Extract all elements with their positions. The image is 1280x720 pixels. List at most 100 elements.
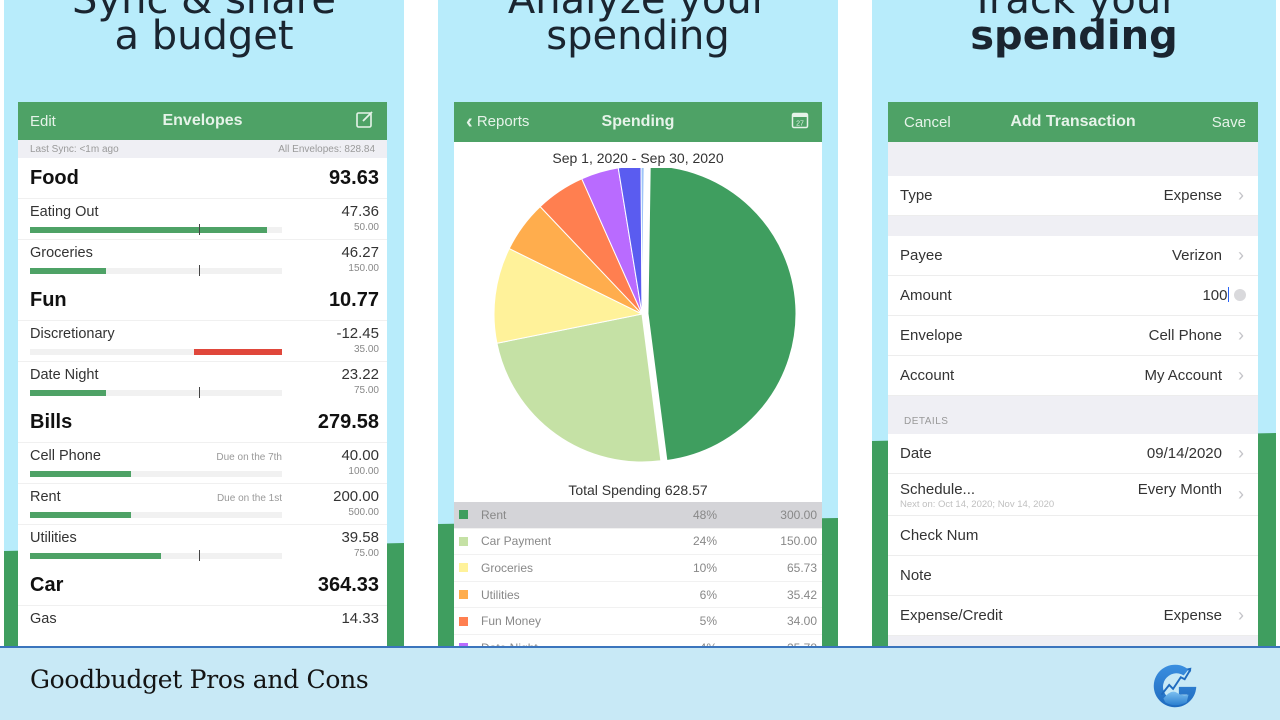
- legend-value: 150.00: [780, 534, 817, 549]
- progress-track: [30, 265, 282, 276]
- edit-button[interactable]: Edit: [30, 113, 56, 130]
- envelope-name: Date Night: [30, 367, 99, 383]
- legend-percent: 6%: [699, 587, 717, 602]
- envelope-group-header[interactable]: Car 364.33: [18, 565, 387, 605]
- envelope-group-header[interactable]: Fun 10.77: [18, 280, 387, 320]
- panel-spending-report: Analyze your spending ‹ Reports Spending…: [438, 0, 838, 648]
- legend-percent: 5%: [699, 614, 717, 629]
- date-range: Sep 1, 2020 - Sep 30, 2020: [552, 150, 724, 166]
- legend-row[interactable]: Rent 48% 300.00: [454, 502, 822, 529]
- envelope-amount: 47.36: [341, 203, 379, 220]
- navbar: Cancel Add Transaction Save: [888, 102, 1258, 142]
- legend-swatch: [459, 510, 468, 520]
- group-name: Fun: [30, 288, 67, 311]
- headline: spending: [970, 13, 1178, 59]
- legend-percent: 48%: [692, 507, 717, 522]
- save-button[interactable]: Save: [1212, 114, 1246, 131]
- envelope-row[interactable]: Discretionary -12.45 35.00: [18, 320, 387, 361]
- envelope-amount: 39.58: [341, 529, 379, 546]
- due-date: Due on the 1st: [216, 493, 282, 504]
- form-row-schedule[interactable]: Schedule... Every Month › Next on: Oct 14, …: [888, 474, 1258, 516]
- form-row-payee[interactable]: Payee Verizon ›: [888, 236, 1258, 276]
- legend-percent: 24%: [692, 534, 717, 549]
- panel-envelopes: Sync & share a budget Edit Envelopes Las…: [4, 0, 404, 648]
- add-transaction-screen: Cancel Add Transaction Save Type Expense ›…: [888, 102, 1258, 648]
- envelope-row[interactable]: Eating Out 47.36 50.00: [18, 198, 387, 239]
- legend-row[interactable]: Car Payment 24% 150.00: [454, 529, 822, 556]
- field-value: 09/14/2020: [1146, 445, 1222, 462]
- envelope-row[interactable]: Date Night 23.22 75.00: [18, 361, 387, 402]
- group-total: 364.33: [317, 573, 379, 596]
- cancel-button[interactable]: Cancel: [904, 114, 951, 131]
- legend-row[interactable]: Fun Money 5% 34.00: [454, 608, 822, 635]
- envelope-row[interactable]: Cell Phone Due on the 7th 40.00 100.00: [18, 442, 387, 483]
- chevron-left-icon: ‹: [466, 110, 473, 133]
- form-row-envelope[interactable]: Envelope Cell Phone ›: [888, 316, 1258, 356]
- group-name: Bills: [30, 410, 73, 433]
- form-row-account[interactable]: Account My Account ›: [888, 356, 1258, 396]
- envelope-group-header[interactable]: Food 93.63: [18, 158, 387, 198]
- envelope-name: Groceries: [30, 245, 93, 261]
- envelope-group-header[interactable]: Bills 279.58: [18, 402, 387, 442]
- field-label: Expense/Credit: [900, 607, 1003, 624]
- amount-input[interactable]: 100: [1202, 287, 1246, 304]
- pie-slice-other-2[interactable]: [640, 168, 645, 315]
- envelope-budget: 150.00: [348, 263, 379, 274]
- envelope-row[interactable]: Groceries 46.27 150.00: [18, 239, 387, 280]
- pie-slice-rent[interactable]: [647, 168, 797, 462]
- spending-pie-chart[interactable]: [454, 168, 822, 480]
- back-button[interactable]: ‹ Reports: [466, 111, 529, 134]
- form-row-note[interactable]: Note: [888, 556, 1258, 596]
- compose-button[interactable]: [355, 109, 375, 133]
- envelope-amount: 200.00: [333, 488, 379, 505]
- legend-row[interactable]: Groceries 10% 65.73: [454, 555, 822, 582]
- progress-marker: [198, 265, 201, 276]
- form-row-expense-credit[interactable]: Expense/Credit Expense ›: [888, 596, 1258, 636]
- chevron-right-icon: ›: [1238, 605, 1244, 625]
- headline: a budget: [114, 13, 294, 59]
- envelope-budget: 50.00: [353, 222, 379, 233]
- legend-value: 65.73: [786, 560, 817, 575]
- envelope-name: Discretionary: [30, 326, 115, 342]
- legend-value: 34.00: [786, 614, 817, 629]
- progress-fill: [30, 227, 267, 233]
- legend-category: Groceries: [481, 560, 534, 575]
- details-section-header: DETAILS: [888, 396, 1258, 434]
- progress-track: [30, 550, 282, 561]
- legend-row[interactable]: Utilities 6% 35.42: [454, 582, 822, 609]
- form-row-type[interactable]: Type Expense ›: [888, 176, 1258, 216]
- amount-value: 100: [1202, 287, 1228, 304]
- envelope-row[interactable]: Utilities 39.58 75.00: [18, 524, 387, 565]
- form-section-main: Payee Verizon › Amount 100 Envelope Cell Phone…: [888, 236, 1258, 396]
- form-row-check-num[interactable]: Check Num: [888, 516, 1258, 556]
- calendar-button[interactable]: 27: [790, 110, 810, 134]
- pie-chart-container: [454, 168, 822, 480]
- caption-title: Goodbudget Pros and Cons: [30, 665, 369, 694]
- progress-track: [30, 387, 282, 398]
- chevron-right-icon: ›: [1238, 325, 1244, 345]
- envelope-amount: 46.27: [341, 244, 379, 261]
- field-value: Expense: [1163, 607, 1222, 624]
- field-value: Verizon: [1171, 247, 1222, 264]
- total-spending: Total Spending 628.57: [568, 482, 708, 498]
- group-name: Car: [30, 573, 64, 596]
- spacer: [888, 142, 1258, 176]
- progress-marker: [198, 224, 201, 235]
- envelope-row[interactable]: Gas 14.33: [18, 605, 387, 646]
- field-label: Amount: [900, 287, 952, 304]
- field-label: Check Num: [900, 527, 979, 544]
- form-row-date[interactable]: Date 09/14/2020 ›: [888, 434, 1258, 474]
- envelope-row[interactable]: Rent Due on the 1st 200.00 500.00: [18, 483, 387, 524]
- legend-swatch: [459, 590, 468, 600]
- form-section-type: Type Expense ›: [888, 176, 1258, 216]
- envelope-amount: 40.00: [341, 447, 379, 464]
- envelope-name: Cell Phone: [30, 448, 101, 464]
- progress-track: [30, 512, 282, 518]
- envelope-name: Utilities: [30, 530, 77, 546]
- spending-screen: ‹ Reports Spending 27 Sep 1, 2020 - Sep …: [454, 102, 822, 648]
- clear-icon[interactable]: [1234, 289, 1246, 301]
- progress-fill: [30, 268, 106, 274]
- form-row-amount[interactable]: Amount 100: [888, 276, 1258, 316]
- progress-fill: [30, 553, 162, 559]
- category-legend: Rent 48% 300.00 Car Payment 24% 150.00 Groceri…: [454, 502, 822, 648]
